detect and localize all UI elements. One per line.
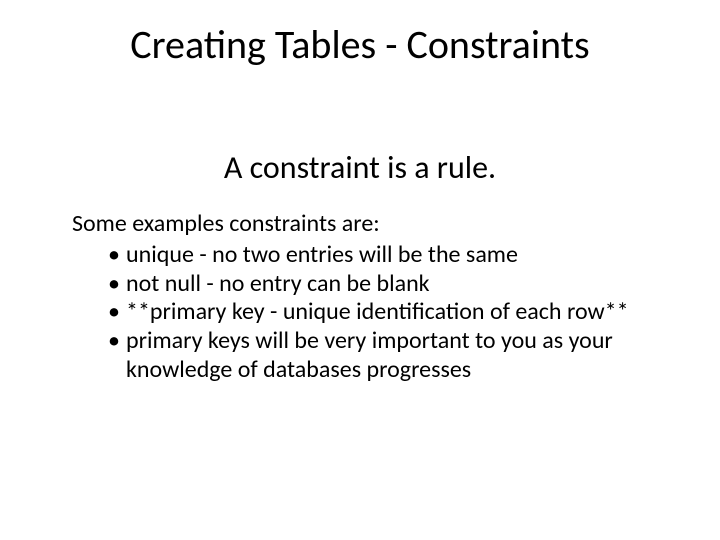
slide-body: Some examples constraints are: unique - … (72, 210, 662, 385)
bullet-list: unique - no two entries will be the same… (72, 241, 662, 385)
slide-subtitle: A constraint is a rule. (0, 148, 720, 187)
list-item: unique - no two entries will be the same (108, 241, 662, 270)
slide: Creating Tables - Constraints A constrai… (0, 0, 720, 540)
list-item: not null - no entry can be blank (108, 270, 662, 299)
list-item: **primary key - unique identification of… (108, 298, 662, 327)
body-lead: Some examples constraints are: (72, 210, 662, 239)
slide-title: Creating Tables - Constraints (0, 20, 720, 69)
list-item: primary keys will be very important to y… (108, 327, 662, 385)
